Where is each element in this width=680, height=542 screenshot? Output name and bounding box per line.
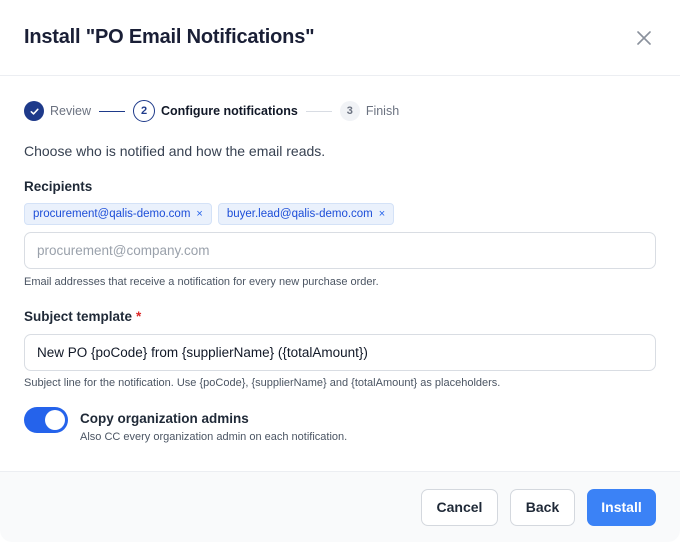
cancel-button[interactable]: Cancel (421, 488, 498, 526)
step-review[interactable]: Review (24, 101, 91, 121)
copy-admins-toggle[interactable] (24, 407, 68, 433)
stepper: Review 2 Configure notifications 3 Finis… (24, 99, 399, 123)
step-configure-notifications[interactable]: 2 Configure notifications (133, 100, 298, 122)
chip-email: buyer.lead@qalis-demo.com (226, 208, 373, 220)
step-label: Finish (365, 104, 400, 118)
chip-email: procurement@qalis-demo.com (33, 208, 191, 220)
close-icon (637, 30, 651, 45)
step-label: Configure notifications (161, 104, 298, 118)
back-button[interactable]: Back (510, 488, 575, 526)
copy-admins-title: Copy organization admins (80, 411, 249, 426)
recipient-email-input[interactable] (24, 232, 656, 269)
intro-text: Choose who is notified and how the email… (24, 143, 326, 159)
subject-help: Subject line for the notification. Use {… (24, 377, 501, 389)
remove-chip-icon[interactable]: × (196, 208, 202, 220)
copy-admins-description: Also CC every organization admin on each… (80, 431, 348, 443)
dialog-footer: Cancel Back Install (0, 471, 680, 542)
step-done-marker (24, 101, 44, 121)
recipient-chip: buyer.lead@qalis-demo.com × (217, 203, 395, 225)
recipients-help: Email addresses that receive a notificat… (24, 276, 379, 288)
subject-template-input[interactable] (24, 334, 656, 371)
subject-label-text: Subject template (24, 309, 133, 324)
recipient-chip: procurement@qalis-demo.com × (24, 203, 212, 225)
close-button[interactable] (630, 24, 658, 52)
step-connector (305, 110, 332, 112)
required-marker: * (136, 309, 142, 324)
subject-template-label: Subject template * (24, 309, 141, 324)
step-number: 3 (339, 101, 360, 121)
step-number: 2 (133, 100, 155, 122)
recipient-chips: procurement@qalis-demo.com × buyer.lead@… (24, 203, 395, 225)
step-label: Review (50, 104, 91, 118)
copy-admins-row: Copy organization admins Also CC every o… (24, 407, 347, 443)
check-icon (30, 108, 39, 115)
install-dialog: Install "PO Email Notifications" Review … (0, 0, 680, 542)
step-connector (99, 110, 125, 112)
toggle-knob (45, 410, 65, 430)
dialog-header: Install "PO Email Notifications" (0, 0, 680, 76)
step-finish[interactable]: 3 Finish (339, 101, 400, 121)
dialog-title: Install "PO Email Notifications" (24, 26, 315, 48)
recipients-label: Recipients (24, 179, 93, 194)
copy-admins-text: Copy organization admins Also CC every o… (80, 407, 347, 443)
install-button[interactable]: Install (587, 488, 656, 526)
remove-chip-icon[interactable]: × (379, 208, 385, 220)
